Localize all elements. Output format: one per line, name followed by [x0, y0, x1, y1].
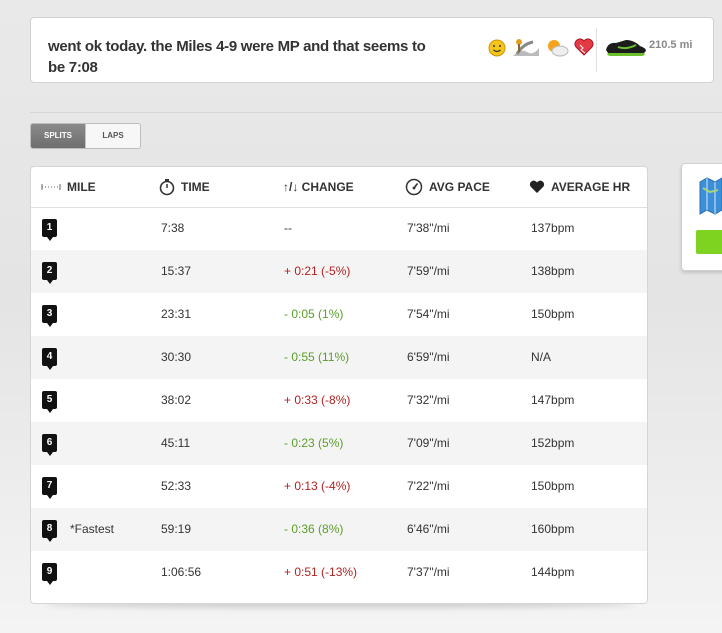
- split-time: 15:37: [161, 264, 192, 278]
- dotted-ruler-icon: [41, 184, 61, 190]
- run-note-text: went ok today. the Miles 4-9 were MP and…: [48, 38, 426, 76]
- header-hr-label: AVERAGE HR: [551, 180, 631, 194]
- table-row: 5 38:02 + 0:33 (-8%) 7'32"/mi 147bpm: [31, 379, 647, 422]
- table-row: 3 23:31 - 0:05 (1%) 7'54"/mi 150bpm: [31, 293, 647, 336]
- split-pace: 7'09"/mi: [407, 436, 450, 450]
- divider: [596, 28, 597, 72]
- sun-cloud-weather-icon[interactable]: [544, 36, 570, 58]
- running-shoe-icon[interactable]: [604, 34, 648, 58]
- split-change: + 0:13 (-4%): [284, 479, 351, 493]
- table-row: 9 1:06:56 + 0:51 (-13%) 7'37"/mi 144bpm: [31, 551, 647, 594]
- fastest-label: *Fastest: [70, 522, 115, 536]
- split-change: + 0:33 (-8%): [284, 393, 351, 407]
- header-time: TIME: [159, 167, 210, 207]
- split-heart-rate: 150bpm: [531, 479, 575, 493]
- mile-marker-badge: 9: [42, 563, 57, 585]
- header-time-label: TIME: [181, 180, 210, 194]
- split-time: 7:38: [161, 221, 185, 235]
- tab-splits[interactable]: SPLITS: [31, 124, 85, 148]
- heart-icon: [529, 180, 545, 193]
- splits-table: MILE TIME ↑/↓ CHANGE AVG PACE AVERAGE HR…: [30, 166, 648, 604]
- split-change: --: [284, 221, 292, 235]
- map-action-button[interactable]: [696, 230, 722, 254]
- run-note-card: went ok today. the Miles 4-9 were MP and…: [30, 17, 714, 83]
- split-heart-rate: 147bpm: [531, 393, 575, 407]
- map-icon[interactable]: [698, 176, 722, 216]
- splits-laps-toggle: SPLITS LAPS: [30, 123, 141, 149]
- split-time: 1:06:56: [161, 565, 202, 579]
- section-divider: [30, 112, 722, 113]
- speedometer-icon: [405, 178, 423, 196]
- header-pace-label: AVG PACE: [429, 180, 490, 194]
- split-pace: 7'54"/mi: [407, 307, 450, 321]
- split-change: + 0:51 (-13%): [284, 565, 358, 579]
- split-change: + 0:21 (-5%): [284, 264, 351, 278]
- run-tags: [486, 34, 595, 60]
- mile-marker-badge: 3: [42, 305, 57, 327]
- split-heart-rate: 137bpm: [531, 221, 575, 235]
- table-row: 7 52:33 + 0:13 (-4%) 7'22"/mi 150bpm: [31, 465, 647, 508]
- split-change: - 0:23 (5%): [284, 436, 344, 450]
- header-pace: AVG PACE: [405, 167, 490, 207]
- split-time: 45:11: [161, 436, 191, 450]
- split-pace: 6'46"/mi: [407, 522, 450, 536]
- header-hr: AVERAGE HR: [529, 167, 630, 207]
- stopwatch-icon: [159, 179, 175, 196]
- split-time: 23:31: [161, 307, 192, 321]
- mile-marker-badge: 5: [42, 391, 57, 413]
- happy-face-icon[interactable]: [486, 36, 508, 58]
- mile-marker-badge: 8: [42, 520, 57, 542]
- split-pace: 6'59"/mi: [407, 350, 450, 364]
- header-mile: MILE: [41, 167, 96, 207]
- split-heart-rate: 152bpm: [531, 436, 575, 450]
- split-time: 52:33: [161, 479, 192, 493]
- mile-marker-badge: 2: [42, 262, 57, 284]
- split-heart-rate: 138bpm: [531, 264, 575, 278]
- split-time: 59:19: [161, 522, 192, 536]
- mile-marker-badge: 4: [42, 348, 57, 370]
- table-header: MILE TIME ↑/↓ CHANGE AVG PACE AVERAGE HR: [31, 167, 647, 208]
- shoe-distance: 210.5 mi: [649, 39, 693, 51]
- split-change: - 0:05 (1%): [284, 307, 344, 321]
- tab-laps[interactable]: LAPS: [85, 124, 140, 148]
- header-mile-label: MILE: [67, 180, 96, 194]
- mile-marker-badge: 6: [42, 434, 57, 456]
- table-row: 4 30:30 - 0:55 (11%) 6'59"/mi N/A: [31, 336, 647, 379]
- table-row: 2 15:37 + 0:21 (-5%) 7'59"/mi 138bpm: [31, 250, 647, 293]
- header-change: ↑/↓ CHANGE: [283, 167, 354, 207]
- split-heart-rate: 150bpm: [531, 307, 575, 321]
- map-card: [681, 163, 722, 271]
- split-pace: 7'38"/mi: [407, 221, 450, 235]
- mile-marker-badge: 1: [42, 219, 57, 241]
- heart-emotion-icon[interactable]: [573, 36, 595, 58]
- table-row: 1 7:38 -- 7'38"/mi 137bpm: [31, 207, 647, 250]
- split-time: 30:30: [161, 350, 192, 364]
- split-heart-rate: 144bpm: [531, 565, 575, 579]
- split-change: - 0:55 (11%): [284, 350, 350, 364]
- split-time: 38:02: [161, 393, 192, 407]
- split-heart-rate: N/A: [531, 350, 552, 364]
- header-change-label: ↑/↓ CHANGE: [283, 180, 354, 194]
- table-row: 6 45:11 - 0:23 (5%) 7'09"/mi 152bpm: [31, 422, 647, 465]
- table-row: 8 *Fastest 59:19 - 0:36 (8%) 6'46"/mi 160bpm: [31, 508, 647, 551]
- split-heart-rate: 160bpm: [531, 522, 575, 536]
- split-pace: 7'22"/mi: [407, 479, 450, 493]
- split-change: - 0:36 (8%): [284, 522, 344, 536]
- split-pace: 7'59"/mi: [407, 264, 450, 278]
- mile-marker-badge: 7: [42, 477, 57, 499]
- trail-terrain-icon[interactable]: [511, 36, 541, 58]
- split-pace: 7'32"/mi: [407, 393, 450, 407]
- split-pace: 7'37"/mi: [407, 565, 450, 579]
